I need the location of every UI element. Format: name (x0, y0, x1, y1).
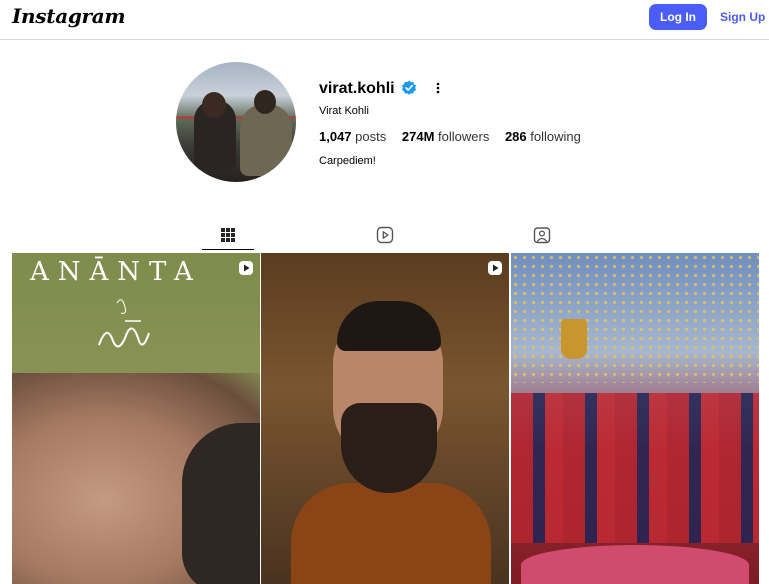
tab-tagged[interactable] (516, 220, 568, 250)
profile-full-name: Virat Kohli (319, 105, 369, 117)
tab-posts[interactable] (202, 220, 254, 250)
instagram-logo[interactable]: Instagram (12, 4, 126, 28)
signup-link[interactable]: Sign Up (720, 10, 765, 24)
tab-reels[interactable] (359, 220, 411, 250)
profile-avatar[interactable] (176, 62, 296, 182)
following-stat[interactable]: 286 following (505, 129, 581, 144)
ananta-logo-mark-icon (98, 299, 150, 348)
reels-icon (376, 226, 394, 244)
posts-stat: 1,047 posts (319, 129, 387, 144)
profile-bio: Carpediem! (319, 155, 376, 167)
grid-icon (221, 227, 235, 242)
post-overlay-text: ANĀNTA (30, 257, 202, 287)
more-options-icon[interactable] (431, 80, 445, 96)
post-thumbnail[interactable] (511, 253, 759, 584)
post-thumbnail[interactable]: ANĀNTA (12, 253, 260, 584)
followers-stat[interactable]: 274M followers (402, 129, 489, 144)
top-bar: Instagram Log In Sign Up (0, 0, 769, 40)
post-thumbnail[interactable] (261, 253, 509, 584)
login-button[interactable]: Log In (649, 4, 707, 30)
profile-stats: 1,047 posts 274M followers 286 following (319, 129, 581, 144)
tagged-icon (533, 227, 551, 244)
verified-badge-icon (402, 80, 416, 95)
profile-username: virat.kohli (319, 80, 395, 97)
reel-indicator-icon (239, 261, 253, 275)
reel-indicator-icon (488, 261, 502, 275)
